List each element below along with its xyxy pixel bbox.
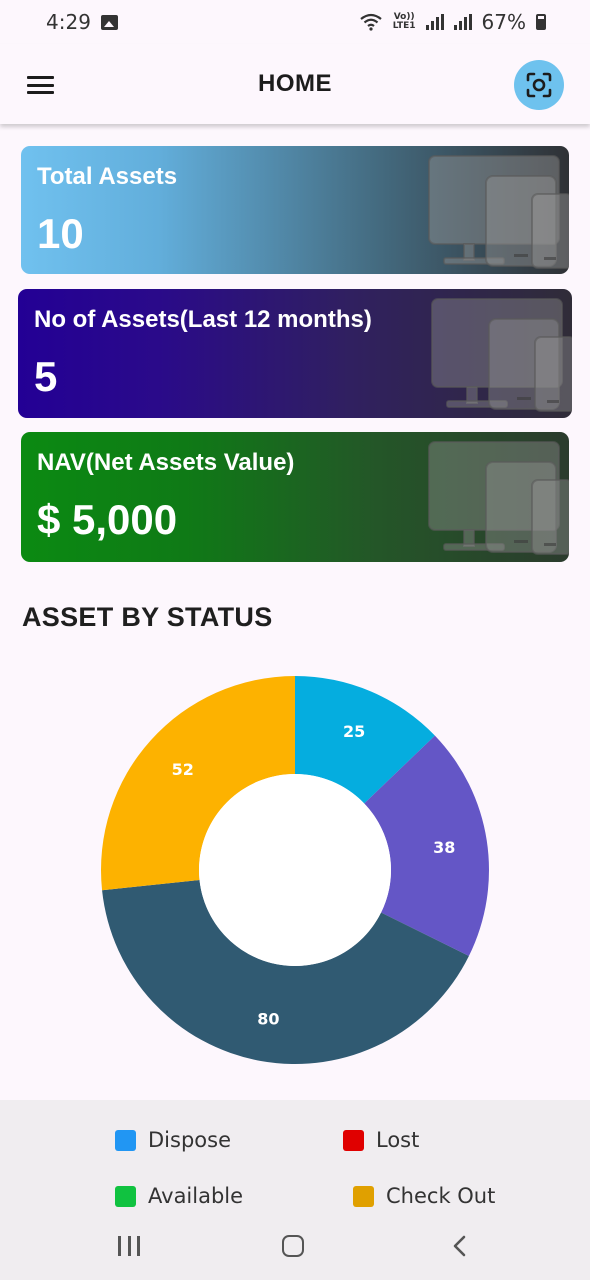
legend-item-available: Available	[115, 1184, 243, 1208]
slice-value-label: 38	[433, 838, 455, 857]
nav-card[interactable]: NAV(Net Assets Value) $ 5,000	[21, 432, 569, 562]
page-title: HOME	[258, 70, 332, 97]
chart-legend: Dispose Lost Available Check Out	[0, 1100, 590, 1212]
legend-swatch	[115, 1129, 136, 1151]
assets-last-12-months-card[interactable]: No of Assets(Last 12 months) 5	[18, 289, 572, 418]
app-bar: HOME	[0, 44, 590, 124]
devices-icon	[428, 155, 569, 269]
card-label: Total Assets	[37, 163, 178, 190]
devices-icon	[431, 298, 572, 412]
card-value: 5	[34, 353, 58, 400]
card-label: NAV(Net Assets Value)	[37, 449, 295, 476]
legend-item-check-out: Check Out	[353, 1184, 495, 1208]
donut-chart: 25 38 80 52	[101, 676, 489, 1064]
battery-percent: 67%	[481, 10, 526, 34]
legend-label: Available	[148, 1184, 244, 1208]
legend-label: Check Out	[386, 1184, 496, 1208]
asset-status-chart: 25 38 80 52	[0, 660, 590, 1080]
recents-icon[interactable]	[118, 1236, 140, 1256]
section-title: ASSET BY STATUS	[22, 602, 273, 632]
slice-value-label: 25	[343, 722, 365, 741]
signal-icon	[453, 14, 472, 30]
volte-indicator: Vo)) LTE1	[392, 12, 416, 31]
back-icon[interactable]	[450, 1234, 470, 1258]
legend-swatch	[353, 1185, 374, 1207]
card-value: 10	[37, 210, 84, 257]
devices-icon	[428, 441, 569, 555]
signal-icon	[425, 14, 444, 30]
donut-hole	[199, 774, 391, 966]
legend-item-dispose: Dispose	[115, 1128, 231, 1152]
legend-label: Lost	[376, 1128, 420, 1152]
card-label: No of Assets(Last 12 months)	[34, 306, 372, 333]
battery-icon	[536, 14, 546, 30]
menu-icon[interactable]	[27, 76, 54, 94]
status-time: 4:29	[46, 10, 91, 34]
total-assets-card[interactable]: Total Assets 10	[21, 146, 569, 274]
card-value: $ 5,000	[37, 496, 178, 543]
status-bar: 4:29 Vo)) LTE1 67%	[0, 0, 590, 44]
wifi-icon	[360, 13, 382, 31]
legend-label: Dispose	[148, 1128, 231, 1152]
slice-value-label: 52	[172, 760, 194, 779]
system-nav-bar	[0, 1212, 590, 1280]
scan-icon	[526, 72, 552, 98]
legend-item-lost: Lost	[343, 1128, 419, 1152]
legend-swatch	[343, 1129, 364, 1151]
home-icon[interactable]	[282, 1235, 304, 1257]
slice-value-label: 80	[257, 1010, 279, 1029]
legend-swatch	[115, 1185, 136, 1207]
gallery-icon	[100, 14, 118, 30]
scan-button[interactable]	[514, 60, 564, 110]
